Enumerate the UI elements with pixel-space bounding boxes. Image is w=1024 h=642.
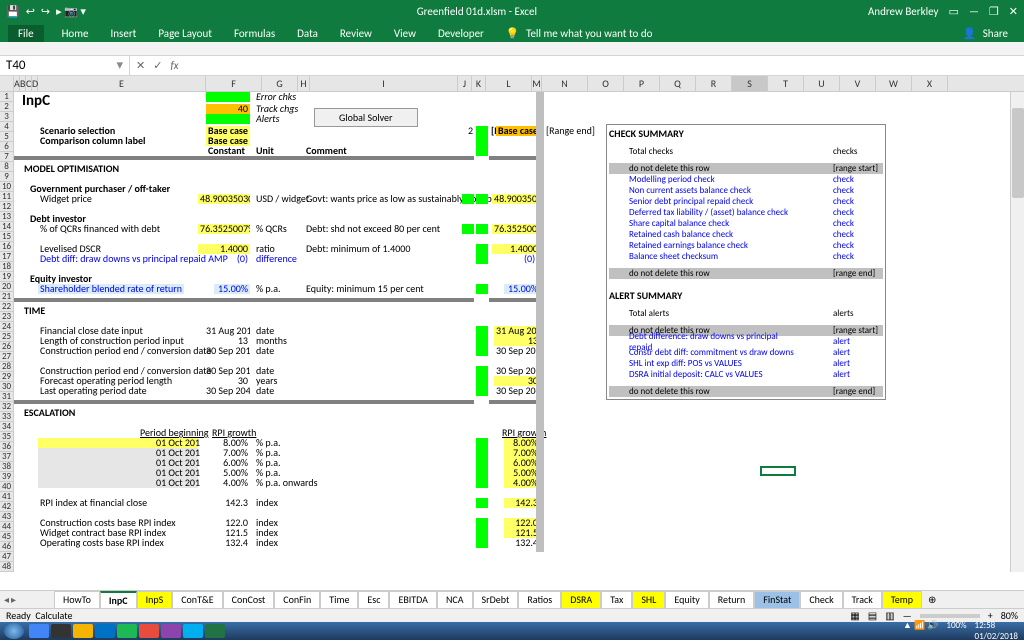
cancel-fx-icon[interactable]: ✕ <box>136 59 145 72</box>
sheet-title: InpC <box>22 92 50 110</box>
sheet-tab-NCA[interactable]: NCA <box>437 591 473 609</box>
section-model: MODEL OPTIMISATION <box>22 164 121 174</box>
fx-icon[interactable]: fx <box>170 59 178 72</box>
sheet-tab-InpS[interactable]: InpS <box>137 591 173 609</box>
name-box[interactable]: T40▾ <box>0 56 130 75</box>
section-escalation: ESCALATION <box>22 408 77 418</box>
camera-icon[interactable]: ▸ 📷 ▾ <box>56 5 86 18</box>
global-solver-button[interactable]: Global Solver <box>314 108 418 127</box>
outlook-icon[interactable] <box>95 624 115 638</box>
sheet-tab-SHL[interactable]: SHL <box>632 591 665 609</box>
tab-view[interactable]: View <box>390 25 420 42</box>
start-orb-icon[interactable] <box>4 623 24 639</box>
chrome-icon[interactable] <box>29 624 49 638</box>
maximize-icon[interactable]: ❐ <box>989 5 999 18</box>
sheet-tabs: ◂▸ HowToInpCInpSConT&EConCostConFinTimeE… <box>0 590 1024 608</box>
formula-bar-row: T40▾ ✕ ✓ fx <box>0 56 1024 76</box>
status-bar: Ready Calculate ▦ ▤ ▥ — + 80% <box>0 608 1024 622</box>
app2-icon[interactable] <box>139 624 159 638</box>
check-item[interactable]: Modelling period check <box>629 174 795 185</box>
tab-home[interactable]: Home <box>58 25 93 42</box>
tab-data[interactable]: Data <box>293 25 322 42</box>
tab-first-icon[interactable]: ◂ <box>4 593 9 606</box>
tab-insert[interactable]: Insert <box>107 25 141 42</box>
titlebar: 💾 ↩ ↪ ▸ 📷 ▾ Greenfield 01d.xlsm - Excel … <box>0 0 1024 22</box>
check-item[interactable]: Share capital balance check <box>629 218 795 229</box>
sheet-tab-Return[interactable]: Return <box>709 591 755 609</box>
vertical-scrollbar[interactable] <box>1010 92 1024 572</box>
alert-item[interactable]: SHL int exp diff: POS vs VALUES <box>629 358 795 369</box>
ribbon-opts-icon[interactable]: ▭ <box>949 5 959 18</box>
check-item[interactable]: Non current assets balance check <box>629 185 795 196</box>
ribbon-tabs: File Home Insert Page Layout Formulas Da… <box>0 22 1024 42</box>
sheet-tab-Equity[interactable]: Equity <box>665 591 708 609</box>
sheet-tab-Esc[interactable]: Esc <box>358 591 389 609</box>
view-pagelayout-icon[interactable]: ▤ <box>868 609 877 622</box>
alert-item[interactable]: Constr debt diff: commitment vs draw dow… <box>629 347 795 358</box>
worksheet[interactable]: 1234567891011121314151617181920212223242… <box>0 92 1024 572</box>
app3-icon[interactable] <box>161 624 181 638</box>
sheet-tab-DSRA[interactable]: DSRA <box>561 591 601 609</box>
view-normal-icon[interactable]: ▦ <box>850 609 859 622</box>
sheet-tab-EBITDA[interactable]: EBITDA <box>389 591 437 609</box>
window-title: Greenfield 01d.xlsm - Excel <box>86 5 868 18</box>
minimize-icon[interactable]: — <box>969 5 979 18</box>
tab-developer[interactable]: Developer <box>434 25 488 42</box>
sheet-tab-Temp[interactable]: Temp <box>882 591 922 609</box>
sheet-tab-ConCost[interactable]: ConCost <box>223 591 275 609</box>
windows-taskbar[interactable]: ▲ 📶 🔊 100% 12:5801/02/2018 <box>0 622 1024 640</box>
sheet-tab-FinStat[interactable]: FinStat <box>754 591 800 609</box>
explorer-icon[interactable] <box>73 624 93 638</box>
close-icon[interactable]: ✕ <box>1009 5 1018 18</box>
view-pagebreak-icon[interactable]: ▥ <box>885 609 894 622</box>
column-m-divider <box>536 92 544 552</box>
tellme[interactable]: 💡 Tell me what you want to do <box>502 25 661 42</box>
sheet-tab-SrDebt[interactable]: SrDebt <box>473 591 519 609</box>
sheet-tab-Ratios[interactable]: Ratios <box>518 591 561 609</box>
redo-icon[interactable]: ↪ <box>41 5 50 18</box>
add-sheet-icon[interactable]: ⊕ <box>922 593 942 606</box>
sheet-tab-Tax[interactable]: Tax <box>601 591 632 609</box>
sheet-tab-Time[interactable]: Time <box>320 591 358 609</box>
check-summary-panel: CHECK SUMMARY Total checkschecks do not … <box>606 124 886 400</box>
sheet-tab-HowTo[interactable]: HowTo <box>54 591 100 609</box>
check-item[interactable]: Senior debt principal repaid check <box>629 196 795 207</box>
legend-green <box>206 92 250 102</box>
alert-item[interactable]: DSRA initial deposit: CALC vs VALUES <box>629 369 795 380</box>
active-cell[interactable] <box>760 466 796 476</box>
app-icon[interactable] <box>51 624 71 638</box>
skype-icon[interactable] <box>183 624 203 638</box>
calculate-link[interactable]: Calculate <box>35 609 72 622</box>
zoom-slider[interactable] <box>920 614 980 618</box>
legend-orange: 40 <box>206 104 250 114</box>
chevron-down-icon[interactable]: ▾ <box>116 58 123 73</box>
share-button[interactable]: 👤 Share <box>959 25 1016 42</box>
undo-icon[interactable]: ↩ <box>26 5 35 18</box>
sheet-tab-Track[interactable]: Track <box>843 591 882 609</box>
tab-file[interactable]: File <box>8 25 44 42</box>
column-headers[interactable]: A B C D E F G H I J K L M N O P Q R S T … <box>0 76 1024 92</box>
user-name[interactable]: Andrew Berkley <box>868 5 939 18</box>
check-item[interactable]: Deferred tax liability / (asset) balance… <box>629 207 795 218</box>
tray-icons[interactable]: ▲ 📶 🔊 <box>903 620 938 642</box>
sheet-tab-InpC[interactable]: InpC <box>100 591 137 609</box>
check-item[interactable]: Retained earnings balance check <box>629 240 795 251</box>
sheet-tab-Check[interactable]: Check <box>800 591 842 609</box>
spotify-icon[interactable] <box>117 624 137 638</box>
excel-icon[interactable] <box>205 624 225 638</box>
row-headers[interactable]: 1234567891011121314151617181920212223242… <box>0 92 14 572</box>
check-item[interactable]: Balance sheet checksum <box>629 251 795 262</box>
check-item[interactable]: Retained cash balance check <box>629 229 795 240</box>
save-icon[interactable]: 💾 <box>6 5 20 18</box>
accept-fx-icon[interactable]: ✓ <box>153 59 162 72</box>
tab-page[interactable]: Page Layout <box>154 25 216 42</box>
sheet-tab-ConT&E[interactable]: ConT&E <box>172 591 222 609</box>
section-time: TIME <box>22 306 47 316</box>
ribbon-collapsed <box>0 42 1024 56</box>
tab-formulas[interactable]: Formulas <box>230 25 279 42</box>
legend-green2 <box>206 114 250 124</box>
sheet-tab-ConFin[interactable]: ConFin <box>274 591 320 609</box>
tab-last-icon[interactable]: ▸ <box>11 593 16 606</box>
tab-review[interactable]: Review <box>336 25 376 42</box>
